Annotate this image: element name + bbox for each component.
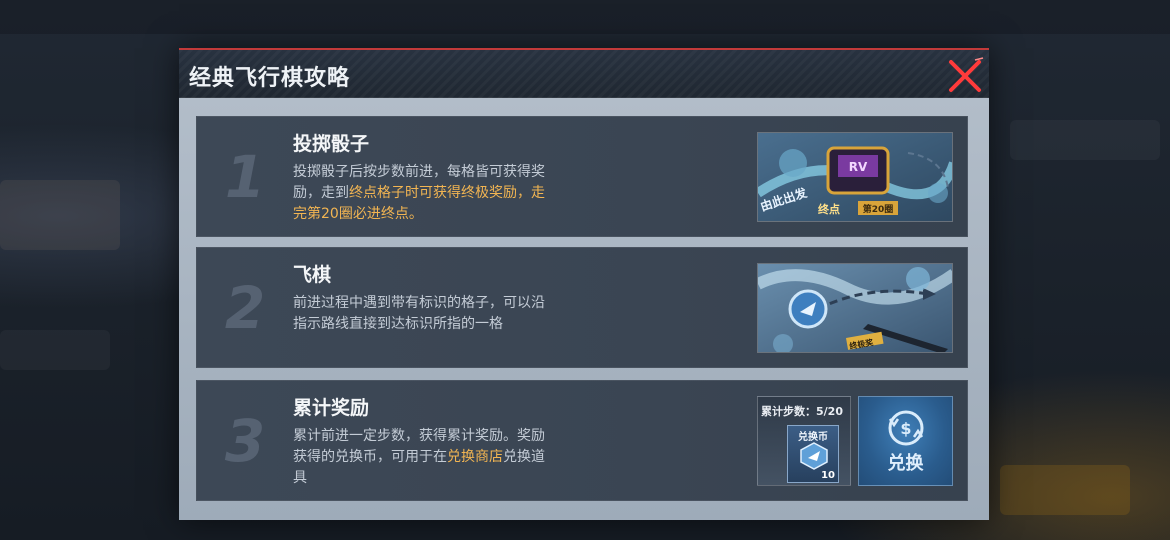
guide-modal: 经典飞行棋攻略 1 投掷骰子 投掷骰子后按步数前进，每格皆可获得奖励，走到终点格… bbox=[179, 48, 989, 520]
dice-board-image: RV 由此出发 终点 第20圈 bbox=[757, 132, 953, 222]
cumulative-steps-panel: 累计步数：5/20 兑换币 10 bbox=[757, 396, 851, 486]
svg-text:$: $ bbox=[900, 419, 911, 438]
step-number: 1 bbox=[224, 143, 266, 211]
step-number: 2 bbox=[224, 274, 266, 342]
close-button[interactable] bbox=[945, 56, 985, 96]
highlight-text: 终点格子时可获得终极奖励 bbox=[349, 185, 517, 201]
exchange-coin-item: 兑换币 10 bbox=[787, 425, 839, 483]
background-panel bbox=[0, 330, 110, 370]
step-description: 投掷骰子后按步数前进，每格皆可获得奖励，走到终点格子时可获得终极奖励，走完第20… bbox=[293, 162, 555, 225]
coin-icon bbox=[800, 442, 828, 470]
coin-count: 10 bbox=[821, 470, 835, 481]
exchange-button[interactable]: $ 兑换 bbox=[858, 396, 953, 486]
step-title: 投掷骰子 bbox=[293, 133, 370, 155]
step-card-1: 1 投掷骰子 投掷骰子后按步数前进，每格皆可获得奖励，走到终点格子时可获得终极奖… bbox=[196, 116, 968, 237]
background-panel bbox=[1010, 120, 1160, 160]
fly-chess-image: 终极奖 bbox=[757, 263, 953, 353]
modal-header: 经典飞行棋攻略 bbox=[179, 48, 989, 98]
modal-body: 1 投掷骰子 投掷骰子后按步数前进，每格皆可获得奖励，走到终点格子时可获得终极奖… bbox=[179, 98, 989, 520]
step-card-2: 2 飞棋 前进过程中遇到带有标识的格子，可以沿指示路线直接到达标识所指的一格 终… bbox=[196, 247, 968, 368]
step-number: 3 bbox=[224, 407, 266, 475]
close-icon bbox=[949, 57, 984, 92]
background-panel bbox=[0, 180, 120, 250]
board-label-end: 终点 bbox=[818, 202, 840, 216]
step-description: 前进过程中遇到带有标识的格子，可以沿指示路线直接到达标识所指的一格 bbox=[293, 295, 545, 332]
background-button bbox=[1000, 465, 1130, 515]
step-card-3: 3 累计奖励 累计前进一定步数，获得累计奖励。奖励获得的兑换币，可用于在兑换商店… bbox=[196, 380, 968, 501]
background-top-bar bbox=[0, 0, 1170, 34]
svg-text:RV: RV bbox=[849, 160, 868, 174]
exchange-coin-icon: $ bbox=[888, 410, 924, 446]
exchange-shop-link: 兑换商店 bbox=[447, 449, 503, 465]
step-title: 飞棋 bbox=[293, 264, 332, 286]
step-title: 累计奖励 bbox=[293, 397, 370, 419]
cumulative-steps-text: 累计步数：5/20 bbox=[761, 405, 843, 418]
step-description: 累计前进一定步数，获得累计奖励。奖励获得的兑换币，可用于在兑换商店兑换道具 bbox=[293, 426, 555, 489]
exchange-button-label: 兑换 bbox=[887, 453, 924, 474]
modal-title: 经典飞行棋攻略 bbox=[189, 66, 351, 91]
coin-label: 兑换币 bbox=[798, 432, 828, 443]
board-label-round: 第20圈 bbox=[863, 203, 894, 215]
